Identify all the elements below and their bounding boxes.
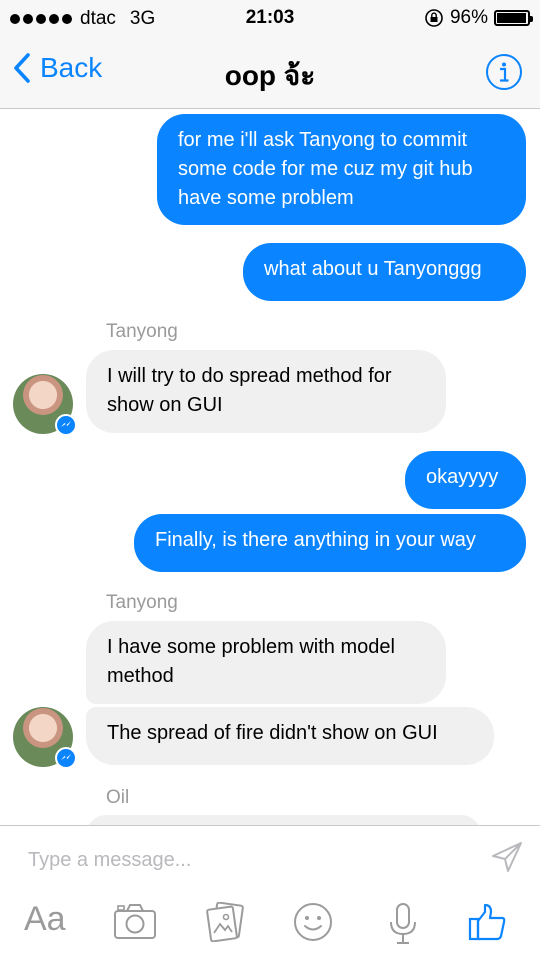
outgoing-message[interactable]: for me i'll ask Tanyong to commit some c…	[157, 114, 526, 225]
camera-icon	[114, 904, 156, 939]
emoji-icon	[294, 903, 332, 941]
outgoing-message[interactable]: what about u Tanyonggg	[243, 243, 526, 301]
send-icon	[492, 842, 522, 872]
outgoing-message[interactable]: Finally, is there anything in your way	[134, 514, 526, 572]
message-input[interactable]	[26, 844, 460, 876]
navigation-bar: Back oop จ้ะ	[0, 36, 540, 109]
sender-name: Tanyong	[106, 321, 178, 342]
composer-toolbar: Aa	[0, 896, 540, 956]
outgoing-message[interactable]: okayyyy	[405, 451, 526, 509]
avatar[interactable]	[13, 374, 77, 436]
like-thumbs-up-icon	[468, 903, 506, 941]
battery-level	[497, 13, 526, 23]
rotation-lock-icon	[425, 9, 443, 27]
camera-button[interactable]	[113, 902, 157, 945]
battery-icon	[494, 10, 533, 26]
message-list[interactable]: for me i'll ask Tanyong to commit some c…	[0, 109, 540, 825]
composer: Aa	[0, 825, 540, 960]
conversation-title: oop จ้ะ	[224, 60, 316, 91]
photo-gallery-icon	[206, 901, 244, 943]
battery-percent: 96%	[449, 7, 488, 28]
messenger-screen: dtac 3G 21:03 96% Back oop จ้ะ for me i'…	[0, 0, 540, 960]
text-format-icon[interactable]: Aa	[24, 900, 66, 939]
microphone-button[interactable]	[388, 902, 418, 951]
send-button[interactable]	[490, 840, 524, 879]
status-right: 96%	[424, 7, 533, 29]
sender-name: Oil	[106, 787, 130, 808]
photo-gallery-button[interactable]	[205, 901, 245, 947]
info-icon	[486, 54, 522, 90]
messenger-badge-icon	[55, 414, 77, 436]
messenger-badge-icon	[55, 747, 77, 769]
status-bar: dtac 3G 21:03 96%	[0, 0, 540, 36]
sender-name: Tanyong	[106, 592, 178, 613]
avatar[interactable]	[13, 707, 77, 769]
incoming-message[interactable]: I have some problem with model method	[86, 621, 446, 704]
microphone-icon	[390, 903, 416, 944]
emoji-button[interactable]	[293, 902, 333, 947]
like-button[interactable]	[467, 902, 507, 947]
incoming-message[interactable]: I will try to do spread method for show …	[86, 350, 446, 433]
incoming-message-partial[interactable]	[86, 815, 481, 825]
info-button[interactable]	[485, 53, 523, 96]
incoming-message[interactable]: The spread of fire didn't show on GUI	[86, 707, 494, 765]
